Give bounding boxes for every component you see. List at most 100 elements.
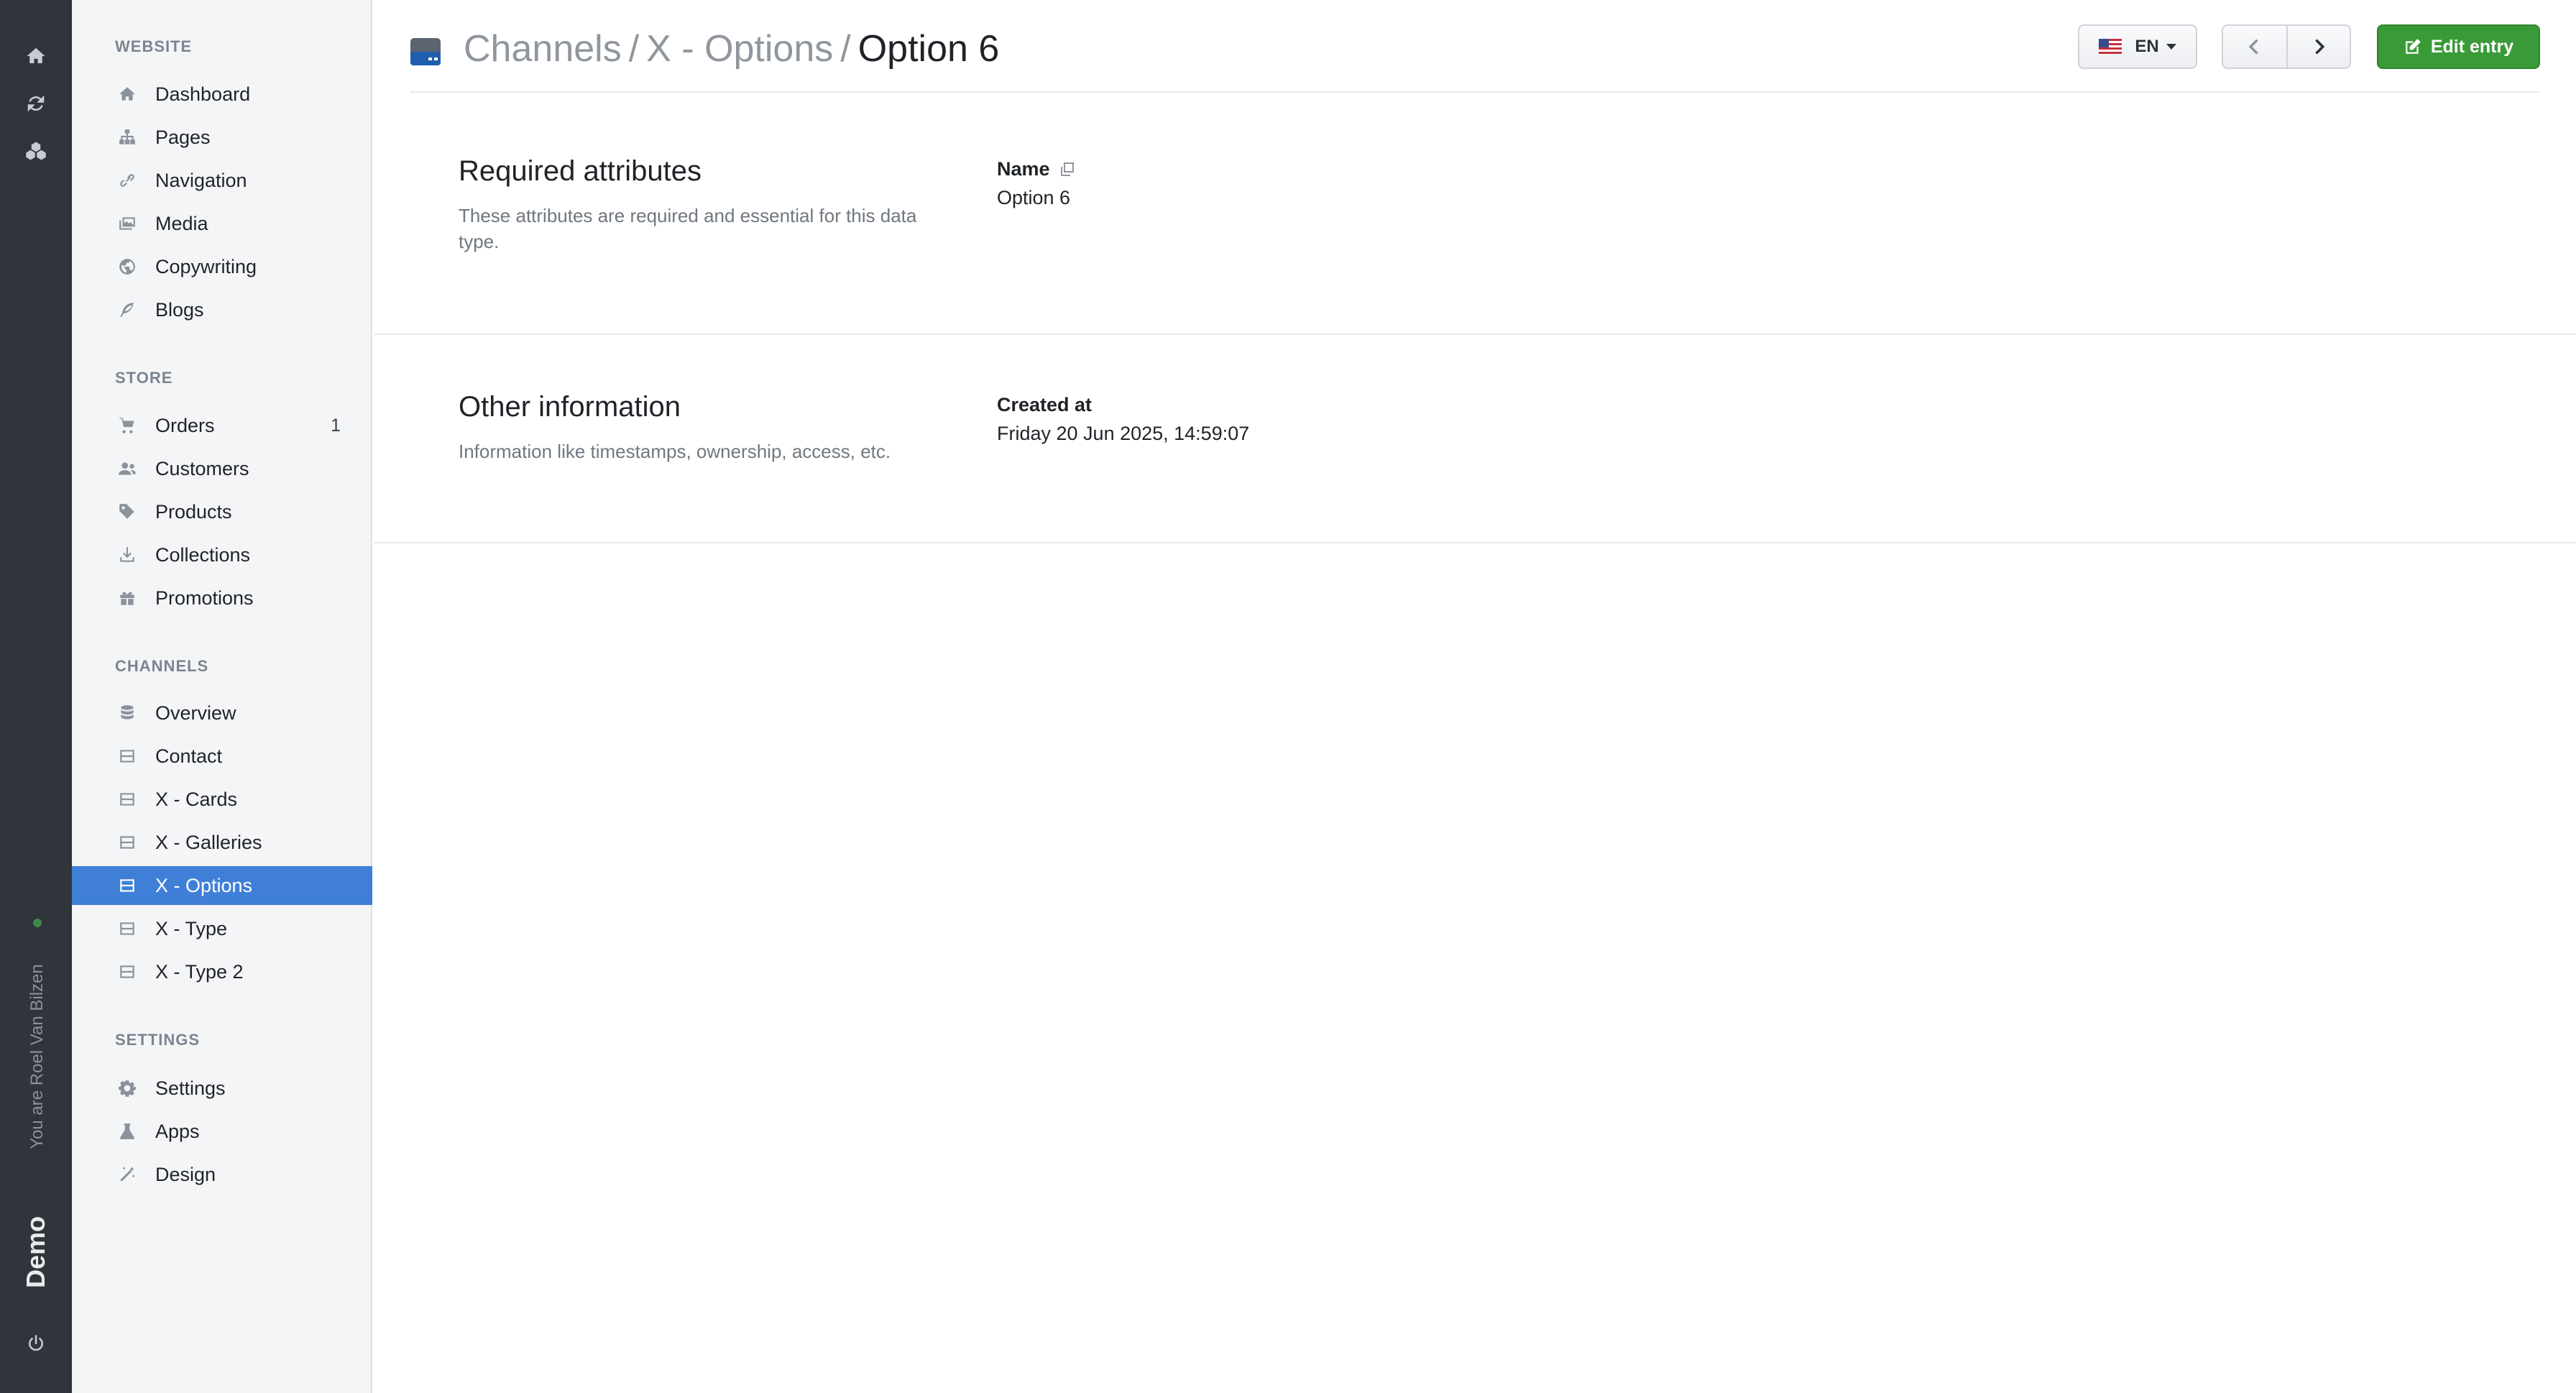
sidebar-item-label: Products xyxy=(155,500,232,523)
sidebar-item-label: Collections xyxy=(155,543,251,566)
current-user-label: You are Roel Van Bilzen xyxy=(27,964,47,1149)
breadcrumb-separator: / xyxy=(628,28,640,70)
sidebar-item-contact[interactable]: Contact xyxy=(72,737,372,776)
sidebar-item-blogs[interactable]: Blogs xyxy=(72,290,372,329)
channel-icon xyxy=(410,38,441,65)
chevron-left-icon xyxy=(2248,39,2258,55)
created-at-label-text: Created at xyxy=(997,394,1092,415)
online-status-dot xyxy=(33,919,42,927)
sidebar-item-label: X - Type xyxy=(155,917,228,939)
sidebar-item-collections[interactable]: Collections xyxy=(72,535,372,574)
magic-icon xyxy=(116,1164,138,1185)
tag-icon xyxy=(116,501,138,523)
window-icon xyxy=(116,745,138,767)
globe-icon xyxy=(116,256,138,277)
required-attributes-description: These attributes are required and essent… xyxy=(459,205,917,252)
sidebar-item-label: Dashboard xyxy=(155,83,251,105)
sidebar-section-store: STORE xyxy=(115,369,173,387)
link-icon xyxy=(116,170,138,191)
window-icon xyxy=(116,918,138,939)
orders-count-badge: 1 xyxy=(331,415,341,436)
breadcrumb-separator: / xyxy=(840,28,851,70)
sidebar-item-x-cards[interactable]: X - Cards xyxy=(72,780,372,819)
window-icon xyxy=(116,789,138,810)
home-icon[interactable] xyxy=(19,39,53,73)
sidebar-item-label: Pages xyxy=(155,126,211,148)
sidebar-item-label: Blogs xyxy=(155,298,204,321)
gift-icon xyxy=(116,587,138,609)
database-icon xyxy=(116,702,138,724)
name-field-value: Option 6 xyxy=(997,187,1071,208)
sidebar-item-label: Contact xyxy=(155,745,223,767)
cubes-icon[interactable] xyxy=(19,134,53,168)
sidebar-item-promotions[interactable]: Promotions xyxy=(72,579,372,617)
gear-icon xyxy=(116,1077,138,1099)
refresh-icon[interactable] xyxy=(19,86,53,121)
sidebar-item-apps[interactable]: Apps xyxy=(72,1112,372,1151)
sidebar-item-label: X - Cards xyxy=(155,788,238,810)
previous-entry-button[interactable] xyxy=(2223,26,2286,68)
language-dropdown[interactable]: EN xyxy=(2078,24,2197,69)
sidebar-item-label: Copywriting xyxy=(155,255,257,277)
sidebar-item-orders[interactable]: Orders 1 xyxy=(72,406,372,445)
sidebar-item-dashboard[interactable]: Dashboard xyxy=(72,75,372,114)
required-attributes-title: Required attributes xyxy=(459,155,702,187)
sidebar-item-settings[interactable]: Settings xyxy=(72,1069,372,1108)
window-icon xyxy=(116,875,138,896)
sidebar-item-customers[interactable]: Customers xyxy=(72,449,372,488)
name-label-text: Name xyxy=(997,158,1050,180)
section-divider xyxy=(374,334,2576,335)
sidebar-item-label: X - Options xyxy=(155,874,253,896)
page-title: Option 6 xyxy=(857,28,1000,70)
sidebar-item-products[interactable]: Products xyxy=(72,492,372,531)
flask-icon xyxy=(116,1121,138,1142)
entry-pager xyxy=(2222,24,2351,69)
power-icon[interactable] xyxy=(19,1327,53,1361)
sidebar-item-label: Orders xyxy=(155,414,215,436)
home-icon xyxy=(116,83,138,105)
language-label: EN xyxy=(2135,37,2159,56)
window-icon xyxy=(116,961,138,983)
section-divider xyxy=(374,542,2576,543)
breadcrumb: Channels / X - Options / Option 6 xyxy=(464,27,999,70)
sidebar-item-copywriting[interactable]: Copywriting xyxy=(72,247,372,286)
us-flag-icon xyxy=(2099,39,2122,55)
download-icon xyxy=(116,544,138,566)
name-field-label: Name xyxy=(997,158,1076,180)
breadcrumb-x-options[interactable]: X - Options xyxy=(646,28,833,70)
images-icon xyxy=(116,213,138,234)
users-icon xyxy=(116,458,138,479)
other-information-title: Other information xyxy=(459,391,681,423)
breadcrumb-channels[interactable]: Channels xyxy=(464,28,622,70)
sidebar-item-x-options[interactable]: X - Options xyxy=(72,866,372,905)
sidebar-section-settings: SETTINGS xyxy=(115,1031,201,1049)
sidebar-item-label: Navigation xyxy=(155,169,247,191)
brand-name: Demo xyxy=(21,1215,50,1289)
created-at-field-value: Friday 20 Jun 2025, 14:59:07 xyxy=(997,423,1250,444)
sidebar-item-label: X - Type 2 xyxy=(155,960,244,983)
sidebar-item-navigation[interactable]: Navigation xyxy=(72,161,372,200)
caret-down-icon xyxy=(2166,44,2176,50)
sidebar-item-x-type[interactable]: X - Type xyxy=(72,909,372,948)
cart-icon xyxy=(116,415,138,436)
sidebar-item-label: Customers xyxy=(155,457,249,479)
app-rail: You are Roel Van Bilzen Demo xyxy=(0,0,72,1393)
sidebar-item-x-type-2[interactable]: X - Type 2 xyxy=(72,952,372,991)
copy-icon[interactable] xyxy=(1059,161,1076,178)
next-entry-button[interactable] xyxy=(2286,26,2350,68)
edit-entry-label: Edit entry xyxy=(2430,36,2514,57)
feather-icon xyxy=(116,299,138,321)
sidebar-item-label: Promotions xyxy=(155,587,254,609)
edit-icon xyxy=(2406,39,2421,54)
sidebar-item-label: Media xyxy=(155,212,208,234)
sidebar-item-media[interactable]: Media xyxy=(72,204,372,243)
sidebar-item-pages[interactable]: Pages xyxy=(72,118,372,157)
sidebar-item-overview[interactable]: Overview xyxy=(72,694,372,732)
sidebar-item-design[interactable]: Design xyxy=(72,1155,372,1194)
sidebar-item-x-galleries[interactable]: X - Galleries xyxy=(72,823,372,862)
created-at-field-label: Created at xyxy=(997,394,1092,416)
chevron-right-icon xyxy=(2315,39,2325,55)
sidebar: WEBSITE Dashboard Pages Navigation Media… xyxy=(72,0,372,1393)
edit-entry-button[interactable]: Edit entry xyxy=(2377,24,2540,69)
sidebar-item-label: Apps xyxy=(155,1120,200,1142)
